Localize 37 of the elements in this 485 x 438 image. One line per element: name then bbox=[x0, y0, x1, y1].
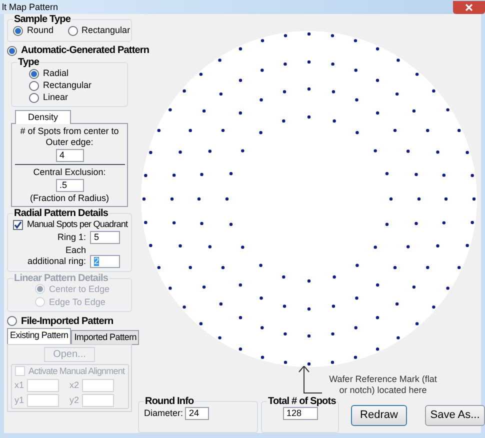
radio-label: Rectangular bbox=[43, 80, 92, 91]
spots-label: # of Spots from center to Outer edge: bbox=[19, 126, 120, 148]
diameter-label: Diameter: bbox=[144, 408, 184, 419]
coordinate-label: x1 bbox=[14, 380, 24, 390]
input-field[interactable]: .5 bbox=[56, 179, 84, 192]
input-field[interactable]: 4 bbox=[56, 149, 84, 162]
radio-label: Edge To Edge bbox=[49, 296, 106, 308]
input-field[interactable]: 128 bbox=[282, 407, 318, 420]
group-title: Linear Pattern Details bbox=[13, 272, 110, 284]
coordinate-label: y1 bbox=[14, 394, 24, 406]
action-button[interactable]: Redraw bbox=[351, 405, 407, 426]
exclusion-label: Central Exclusion: bbox=[33, 167, 106, 178]
ring1-label: Ring 1: bbox=[57, 232, 86, 243]
group-title: Total # of Spots bbox=[267, 396, 337, 407]
radio-label: Rectangular bbox=[82, 25, 130, 36]
window-title: lt Map Pattern bbox=[1, 2, 58, 12]
radio-label: Center to Edge bbox=[49, 284, 110, 294]
radio-label: Linear bbox=[43, 92, 68, 103]
exclusion-note: (Fraction of Radius) bbox=[30, 193, 110, 204]
group-title: Radial Pattern Details bbox=[13, 208, 110, 219]
density-tab[interactable]: Density bbox=[15, 110, 72, 124]
radio-label: Radial bbox=[43, 68, 69, 79]
group-title: Type bbox=[17, 57, 40, 68]
group-title: Round Info bbox=[144, 396, 195, 407]
reference-note: Wafer Reference Mark (flat or notch) located here bbox=[328, 374, 438, 396]
input-field[interactable]: 5 bbox=[90, 231, 120, 244]
checkbox-label: Manual Spots per Quadrant bbox=[27, 219, 128, 230]
radio-label: Automatic-Generated Pattern bbox=[21, 45, 150, 56]
additional-ring-label: Each additional ring: bbox=[26, 245, 86, 268]
input-field[interactable]: 24 bbox=[185, 407, 210, 420]
action-button[interactable]: Save As... bbox=[425, 405, 485, 426]
checkbox-label: Activate Manual Alignment bbox=[28, 366, 125, 376]
radio-label: Round bbox=[27, 25, 54, 36]
group-title: Sample Type bbox=[13, 14, 72, 25]
coordinate-label: y2 bbox=[70, 394, 80, 406]
coordinate-label: x2 bbox=[70, 380, 80, 390]
radio-label: File-Imported Pattern bbox=[21, 316, 114, 326]
